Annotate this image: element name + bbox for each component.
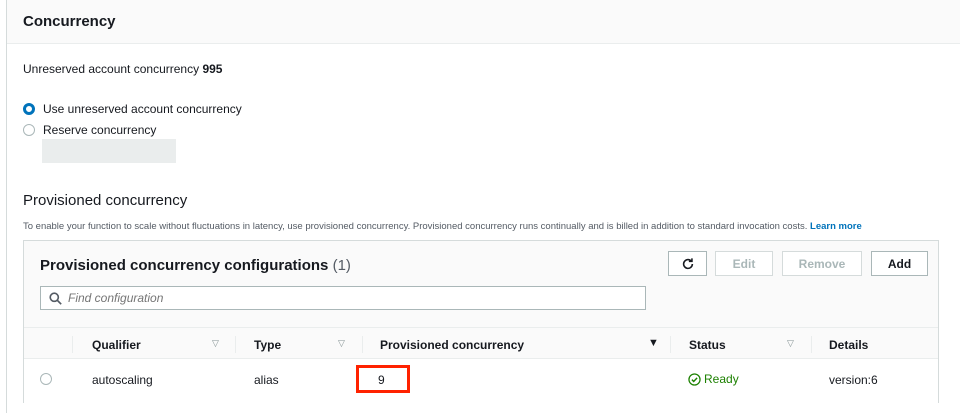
column-divider xyxy=(362,336,363,353)
check-circle-icon xyxy=(688,372,701,386)
radio-reserve-label: Reserve concurrency xyxy=(43,123,157,137)
table-count: (1) xyxy=(332,257,351,274)
column-header-status[interactable]: Status xyxy=(689,338,726,352)
reserve-concurrency-input xyxy=(42,139,176,163)
column-divider xyxy=(811,336,812,353)
status-text: Ready xyxy=(704,372,739,386)
provisioned-config-table: Provisioned concurrency configurations (… xyxy=(23,240,939,403)
unreserved-label: Unreserved account concurrency xyxy=(23,62,200,76)
search-icon xyxy=(49,291,62,305)
cell-details: version:6 xyxy=(829,373,878,387)
row-select-radio[interactable] xyxy=(40,373,52,385)
table-title: Provisioned concurrency configurations (… xyxy=(40,257,351,274)
column-header-type[interactable]: Type xyxy=(254,338,281,352)
panel-header: Concurrency xyxy=(7,0,960,44)
table-row[interactable]: autoscaling alias 9 Ready version:6 xyxy=(24,359,938,403)
add-button[interactable]: Add xyxy=(871,251,928,276)
refresh-icon xyxy=(682,257,693,269)
radio-unchecked-icon[interactable] xyxy=(23,124,35,136)
column-divider xyxy=(235,336,236,353)
sort-active-icon[interactable]: ▼ xyxy=(648,337,659,349)
radio-use-unreserved-label: Use unreserved account concurrency xyxy=(43,102,242,116)
sort-icon[interactable]: ▽ xyxy=(212,338,219,349)
radio-reserve-concurrency[interactable]: Reserve concurrency xyxy=(23,123,156,137)
unreserved-concurrency-text: Unreserved account concurrency 995 xyxy=(23,62,222,76)
remove-button[interactable]: Remove xyxy=(782,251,862,276)
unreserved-value: 995 xyxy=(202,62,223,76)
column-header-qualifier[interactable]: Qualifier xyxy=(92,338,141,352)
cell-type: alias xyxy=(254,373,279,387)
panel-title: Concurrency xyxy=(23,13,116,30)
column-header-details: Details xyxy=(829,338,869,352)
provisioned-description-text: To enable your function to scale without… xyxy=(23,221,808,232)
search-input[interactable] xyxy=(68,291,628,305)
cell-provisioned: 9 xyxy=(378,373,385,387)
sort-icon[interactable]: ▽ xyxy=(338,338,345,349)
radio-checked-icon[interactable] xyxy=(23,103,35,115)
provisioned-section-title: Provisioned concurrency xyxy=(23,192,188,209)
column-divider xyxy=(72,336,73,353)
cell-qualifier: autoscaling xyxy=(92,373,153,387)
status-badge: Ready xyxy=(688,372,739,386)
table-title-text: Provisioned concurrency configurations xyxy=(40,257,329,274)
refresh-button[interactable] xyxy=(668,251,707,276)
learn-more-link[interactable]: Learn more xyxy=(810,221,862,232)
sort-icon[interactable]: ▽ xyxy=(787,338,794,349)
table-header: Qualifier ▽ Type ▽ Provisioned concurren… xyxy=(24,327,938,359)
concurrency-panel: Concurrency Unreserved account concurren… xyxy=(6,0,960,413)
edit-button[interactable]: Edit xyxy=(715,251,773,276)
radio-use-unreserved[interactable]: Use unreserved account concurrency xyxy=(23,102,242,116)
column-header-provisioned[interactable]: Provisioned concurrency xyxy=(380,338,524,352)
search-box[interactable] xyxy=(40,286,646,310)
provisioned-description: To enable your function to scale without… xyxy=(23,221,862,232)
column-divider xyxy=(670,336,671,353)
